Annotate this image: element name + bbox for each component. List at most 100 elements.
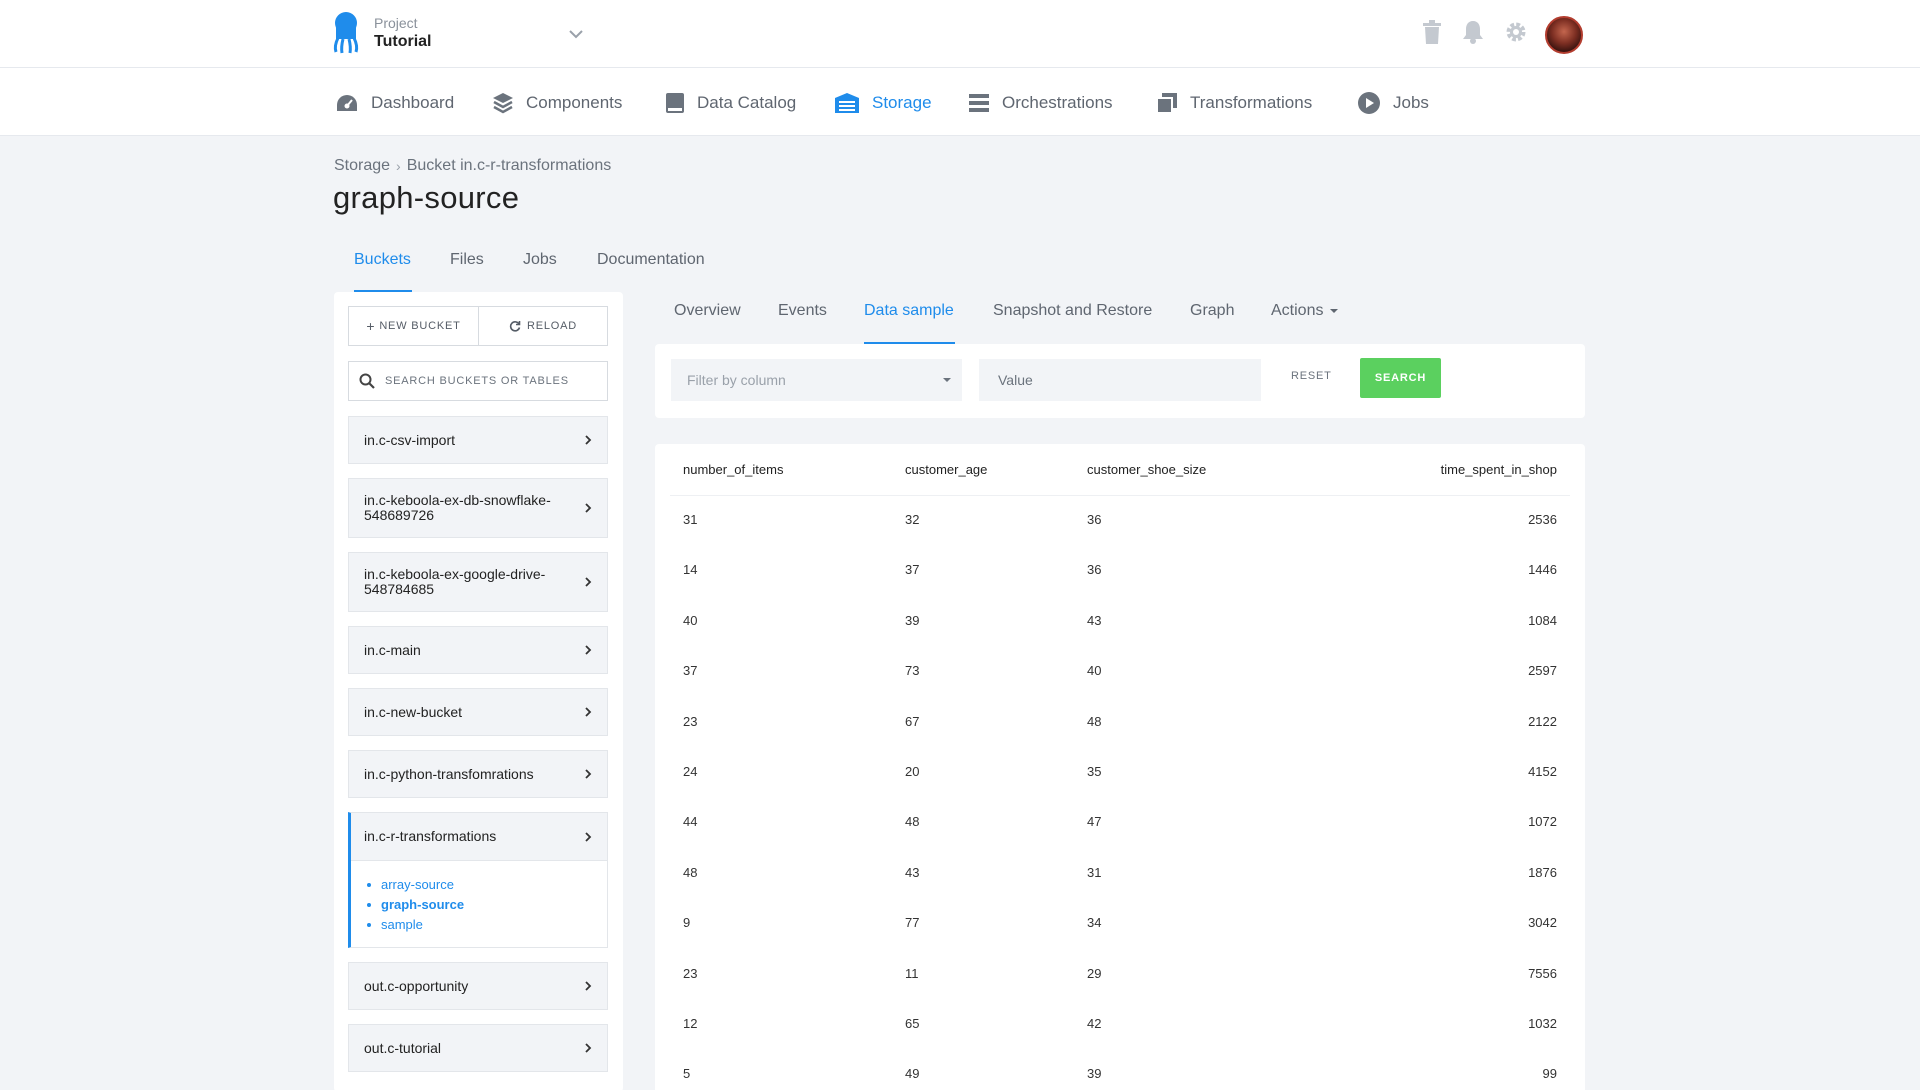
chevron-right-icon [585, 1043, 592, 1053]
list-icon [969, 94, 989, 112]
breadcrumb-bucket[interactable]: Bucket in.c-r-transformations [407, 157, 612, 175]
table-cell: 37 [905, 562, 920, 577]
keboola-logo-icon[interactable] [332, 12, 360, 54]
column-header: time_spent_in_shop [1440, 462, 1557, 477]
nav-item-storage[interactable]: Storage [834, 90, 932, 116]
tab-events[interactable]: Events [778, 302, 827, 320]
reload-button[interactable]: RELOAD [478, 306, 608, 346]
table-cell: 48 [683, 865, 698, 880]
table-link[interactable]: array-source [367, 875, 607, 895]
table-cell: 37 [683, 663, 698, 678]
nav-item-jobs[interactable]: Jobs [1357, 90, 1429, 116]
table-link-current[interactable]: graph-source [367, 895, 607, 915]
plus-icon: + [366, 318, 376, 334]
bucket-name: in.c-r-transformations [364, 828, 497, 844]
nav-item-data-catalog[interactable]: Data Catalog [665, 90, 796, 116]
table-cell: 7556 [1528, 966, 1557, 981]
tab-data-sample[interactable]: Data sample [864, 302, 954, 320]
reset-button[interactable]: RESET [1291, 370, 1332, 382]
tab-graph[interactable]: Graph [1190, 302, 1234, 320]
reload-label: RELOAD [526, 320, 578, 332]
bucket-item[interactable]: out.c-opportunity [348, 962, 608, 1010]
trash-icon[interactable] [1418, 18, 1446, 46]
book-icon [666, 93, 684, 113]
table-cell: 23 [683, 966, 698, 981]
tab-files[interactable]: Files [450, 251, 484, 269]
bucket-sidebar: + NEW BUCKET RELOAD SEARCH BUCKETS OR TA… [334, 292, 623, 1090]
table-cell: 67 [905, 714, 920, 729]
bucket-name: in.c-main [364, 641, 421, 658]
nav-item-label: Transformations [1190, 93, 1313, 112]
breadcrumb-storage[interactable]: Storage [334, 157, 390, 175]
chevron-down-icon[interactable] [568, 26, 584, 39]
tab-documentation[interactable]: Documentation [597, 251, 705, 269]
caret-down-icon [943, 378, 951, 382]
table-link[interactable]: sample [367, 915, 607, 935]
table-cell: 23 [683, 714, 698, 729]
nav-item-label: Jobs [1393, 93, 1429, 112]
nav-item-label: Data Catalog [697, 93, 797, 112]
page-title: graph-source [333, 180, 520, 215]
bucket-item[interactable]: in.c-keboola-ex-google-drive-548784685 [348, 552, 608, 612]
table-cell: 2122 [1528, 714, 1557, 729]
top-bar: Project Tutorial [0, 0, 1920, 68]
table-cell: 48 [1087, 714, 1102, 729]
nav-item-label: Components [526, 93, 623, 112]
filter-column-select[interactable]: Filter by column [671, 359, 962, 401]
table-cell: 43 [905, 865, 920, 880]
table-cell: 2536 [1528, 512, 1557, 527]
tab-snapshot-restore[interactable]: Snapshot and Restore [993, 302, 1152, 320]
nav-item-transformations[interactable]: Transformations [1156, 90, 1312, 116]
bucket-item[interactable]: in.c-new-bucket [348, 688, 608, 736]
table-cell: 4152 [1528, 764, 1557, 779]
chevron-right-icon [585, 577, 592, 587]
project-name[interactable]: Tutorial [374, 33, 431, 51]
chevron-right-icon [585, 831, 592, 842]
chevron-right-icon: › [396, 158, 401, 174]
filter-value-placeholder: Value [998, 372, 1033, 388]
breadcrumb: Storage › Bucket in.c-r-transformations [334, 157, 611, 175]
bucket-item[interactable]: in.c-keboola-ex-db-snowflake-548689726 [348, 478, 608, 538]
gear-icon[interactable] [1502, 18, 1530, 46]
bell-icon[interactable] [1459, 18, 1487, 46]
nav-item-components[interactable]: Components [492, 90, 622, 116]
tab-buckets[interactable]: Buckets [354, 251, 411, 269]
table-cell: 49 [905, 1066, 920, 1081]
table-cell: 32 [905, 512, 920, 527]
chevron-right-icon [585, 503, 592, 513]
bucket-item-open: in.c-r-transformations array-source grap… [348, 812, 608, 948]
search-buckets-input[interactable]: SEARCH BUCKETS OR TABLES [348, 361, 608, 401]
filter-column-placeholder: Filter by column [687, 372, 786, 388]
chevron-right-icon [585, 981, 592, 991]
tab-jobs[interactable]: Jobs [523, 251, 557, 269]
filter-value-input[interactable]: Value [979, 359, 1261, 401]
actions-label: Actions [1271, 302, 1324, 319]
bucket-item[interactable]: in.c-main [348, 626, 608, 674]
new-bucket-button[interactable]: + NEW BUCKET [348, 306, 479, 346]
bucket-item[interactable]: in.c-python-transfomrations [348, 750, 608, 798]
search-button[interactable]: SEARCH [1360, 358, 1441, 398]
table-cell: 34 [1087, 915, 1102, 930]
table-cell: 31 [1087, 865, 1102, 880]
table-cell: 77 [905, 915, 920, 930]
bucket-header[interactable]: in.c-r-transformations [351, 813, 607, 861]
user-avatar[interactable] [1545, 16, 1583, 54]
bucket-item[interactable]: out.c-tutorial [348, 1024, 608, 1072]
bucket-table-list: array-source graph-source sample [351, 861, 607, 935]
table-cell: 9 [683, 915, 691, 930]
bucket-item[interactable]: in.c-csv-import [348, 416, 608, 464]
actions-dropdown[interactable]: Actions [1271, 302, 1339, 320]
table-cell: 44 [683, 814, 698, 829]
nav-item-dashboard[interactable]: Dashboard [335, 90, 454, 116]
nav-item-orchestrations[interactable]: Orchestrations [968, 90, 1113, 116]
bucket-name: out.c-tutorial [364, 1039, 442, 1056]
column-header: customer_age [905, 462, 988, 477]
play-icon [1358, 92, 1380, 114]
table-cell: 2597 [1528, 663, 1557, 678]
table-cell: 1084 [1528, 613, 1557, 628]
bucket-name: in.c-csv-import [364, 431, 456, 448]
bucket-name: in.c-keboola-ex-db-snowflake-548689726 [364, 492, 551, 523]
table-cell: 40 [683, 613, 698, 628]
tab-overview[interactable]: Overview [674, 302, 741, 320]
reload-icon [509, 321, 521, 332]
